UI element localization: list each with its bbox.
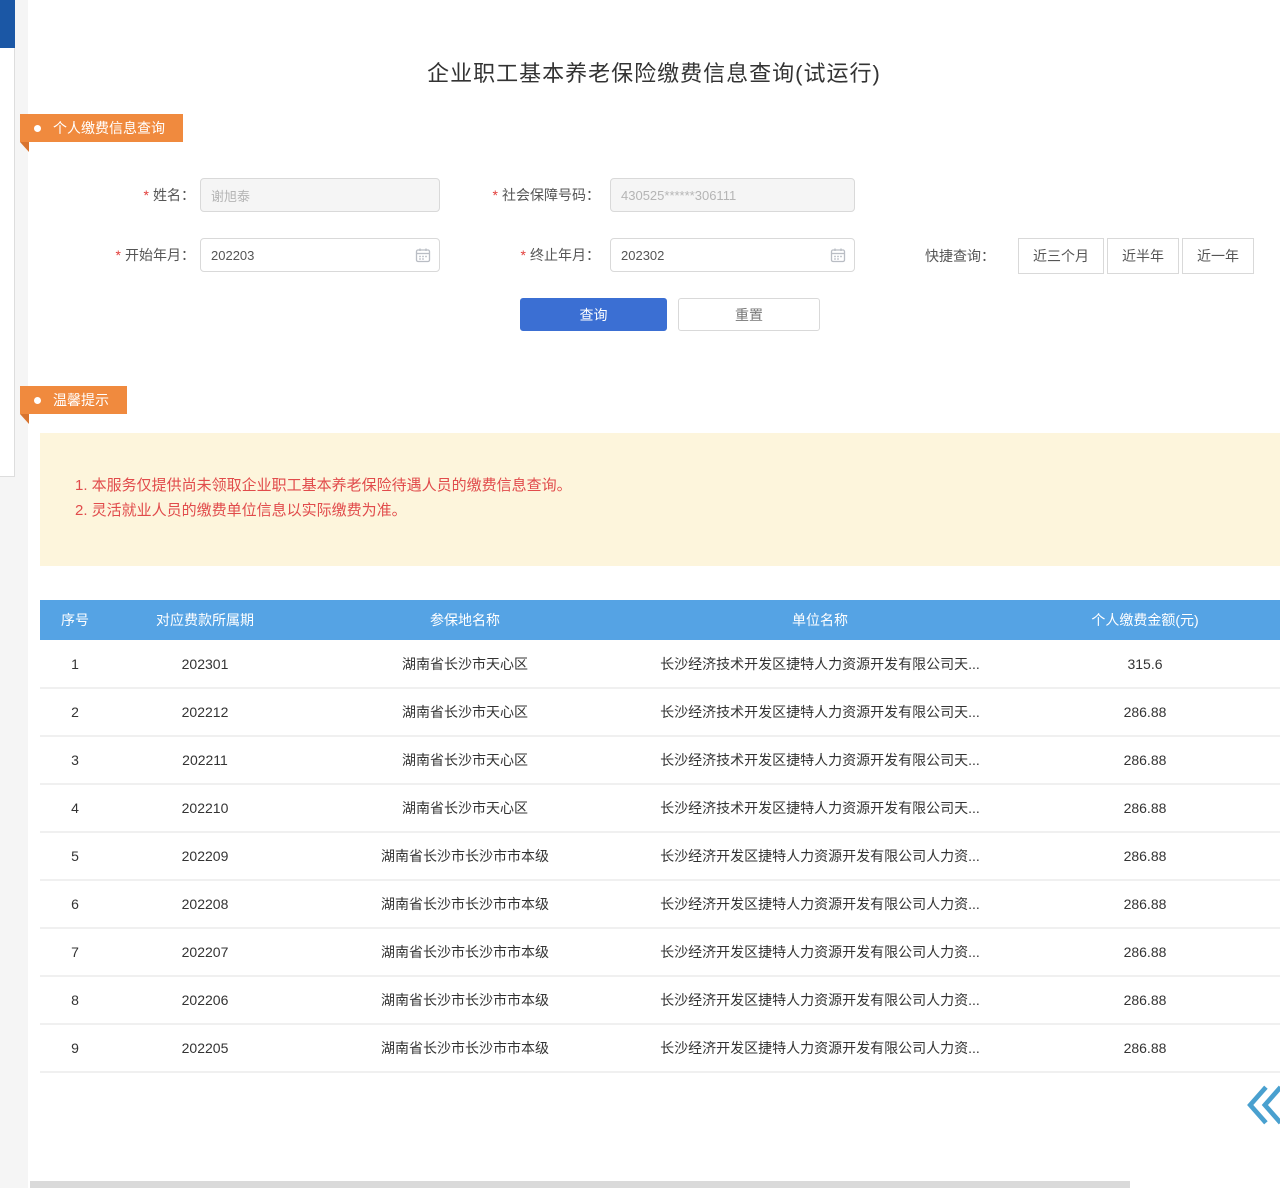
table-body: 1202301湖南省长沙市天心区长沙经济技术开发区捷特人力资源开发有限公司天..… <box>40 640 1280 1072</box>
table-cell: 湖南省长沙市长沙市市本级 <box>300 832 630 880</box>
sidebar-active-indicator[interactable] <box>0 0 15 48</box>
calendar-icon[interactable] <box>830 247 846 263</box>
table-cell: 286.88 <box>1010 1024 1280 1072</box>
table-cell: 202205 <box>110 1024 300 1072</box>
table-cell: 202301 <box>110 640 300 688</box>
table-cell: 3 <box>40 736 110 784</box>
table-cell: 202212 <box>110 688 300 736</box>
table-cell: 长沙经济开发区捷特人力资源开发有限公司人力资... <box>630 976 1010 1024</box>
table-header-row: 序号 对应费款所属期 参保地名称 单位名称 个人缴费金额(元) <box>40 600 1280 640</box>
table-header-cell: 参保地名称 <box>300 600 630 640</box>
section-ribbon-label: 个人缴费信息查询 <box>53 118 165 138</box>
bullet-icon <box>34 397 41 404</box>
table-cell: 湖南省长沙市长沙市市本级 <box>300 1024 630 1072</box>
table-cell: 286.88 <box>1010 880 1280 928</box>
section-ribbon-tips: 温馨提示 <box>20 386 127 414</box>
table-header-cell: 序号 <box>40 600 110 640</box>
table-cell: 286.88 <box>1010 688 1280 736</box>
table-cell: 长沙经济技术开发区捷特人力资源开发有限公司天... <box>630 736 1010 784</box>
table-cell: 湖南省长沙市天心区 <box>300 688 630 736</box>
table-row: 9202205湖南省长沙市长沙市市本级长沙经济开发区捷特人力资源开发有限公司人力… <box>40 1024 1280 1072</box>
section-ribbon-personal-query: 个人缴费信息查询 <box>20 114 183 142</box>
table-cell: 长沙经济技术开发区捷特人力资源开发有限公司天... <box>630 784 1010 832</box>
required-asterisk: * <box>493 187 498 203</box>
table-cell: 202211 <box>110 736 300 784</box>
name-input[interactable] <box>200 178 440 212</box>
quick-range-button[interactable]: 近一年 <box>1182 238 1254 274</box>
bullet-icon <box>34 125 41 132</box>
required-asterisk: * <box>521 247 526 263</box>
table-cell: 286.88 <box>1010 928 1280 976</box>
table-cell: 1 <box>40 640 110 688</box>
start-month-input[interactable] <box>200 238 440 272</box>
reset-button[interactable]: 重置 <box>678 298 820 331</box>
name-label: *姓名： <box>40 178 195 212</box>
double-chevron-left-icon[interactable] <box>1244 1082 1280 1128</box>
table-cell: 湖南省长沙市天心区 <box>300 640 630 688</box>
table-cell: 9 <box>40 1024 110 1072</box>
calendar-icon[interactable] <box>415 247 431 263</box>
required-asterisk: * <box>116 247 121 263</box>
ssn-input[interactable] <box>610 178 855 212</box>
table-cell: 202207 <box>110 928 300 976</box>
table-cell: 长沙经济开发区捷特人力资源开发有限公司人力资... <box>630 880 1010 928</box>
table-cell: 长沙经济技术开发区捷特人力资源开发有限公司天... <box>630 688 1010 736</box>
table-row: 3202211湖南省长沙市天心区长沙经济技术开发区捷特人力资源开发有限公司天..… <box>40 736 1280 784</box>
table-row: 6202208湖南省长沙市长沙市市本级长沙经济开发区捷特人力资源开发有限公司人力… <box>40 880 1280 928</box>
bottom-scrollbar-track[interactable] <box>30 1181 1130 1188</box>
table-cell: 7 <box>40 928 110 976</box>
table-cell: 2 <box>40 688 110 736</box>
notice-line: 1. 本服务仅提供尚未领取企业职工基本养老保险待遇人员的缴费信息查询。 <box>75 473 1260 498</box>
quick-query-group: 近三个月 近半年 近一年 <box>1018 238 1254 274</box>
notice-box: 1. 本服务仅提供尚未领取企业职工基本养老保险待遇人员的缴费信息查询。 2. 灵… <box>40 433 1280 566</box>
table-cell: 湖南省长沙市长沙市市本级 <box>300 880 630 928</box>
quick-range-button[interactable]: 近三个月 <box>1018 238 1104 274</box>
table-cell: 长沙经济开发区捷特人力资源开发有限公司人力资... <box>630 928 1010 976</box>
ssn-label: *社会保障号码： <box>455 178 600 212</box>
table-row: 8202206湖南省长沙市长沙市市本级长沙经济开发区捷特人力资源开发有限公司人力… <box>40 976 1280 1024</box>
page-title: 企业职工基本养老保险缴费信息查询(试运行) <box>28 56 1280 88</box>
end-month-label: *终止年月： <box>455 238 600 272</box>
table-cell: 长沙经济技术开发区捷特人力资源开发有限公司天... <box>630 640 1010 688</box>
table-cell: 202210 <box>110 784 300 832</box>
table-row: 2202212湖南省长沙市天心区长沙经济技术开发区捷特人力资源开发有限公司天..… <box>40 688 1280 736</box>
table-cell: 长沙经济开发区捷特人力资源开发有限公司人力资... <box>630 1024 1010 1072</box>
table-row: 5202209湖南省长沙市长沙市市本级长沙经济开发区捷特人力资源开发有限公司人力… <box>40 832 1280 880</box>
table-row: 7202207湖南省长沙市长沙市市本级长沙经济开发区捷特人力资源开发有限公司人力… <box>40 928 1280 976</box>
table-row: 1202301湖南省长沙市天心区长沙经济技术开发区捷特人力资源开发有限公司天..… <box>40 640 1280 688</box>
page: 企业职工基本养老保险缴费信息查询(试运行) 个人缴费信息查询 *姓名： *社会保… <box>0 0 1280 1188</box>
table-cell: 202209 <box>110 832 300 880</box>
table-cell: 湖南省长沙市长沙市市本级 <box>300 976 630 1024</box>
table-cell: 286.88 <box>1010 784 1280 832</box>
required-asterisk: * <box>144 187 149 203</box>
payments-table: 序号 对应费款所属期 参保地名称 单位名称 个人缴费金额(元) 1202301湖… <box>40 600 1280 1073</box>
table-header-cell: 单位名称 <box>630 600 1010 640</box>
table-cell: 286.88 <box>1010 832 1280 880</box>
table-header-cell: 个人缴费金额(元) <box>1010 600 1280 640</box>
query-button[interactable]: 查询 <box>520 298 667 331</box>
table-cell: 202208 <box>110 880 300 928</box>
table-row: 4202210湖南省长沙市天心区长沙经济技术开发区捷特人力资源开发有限公司天..… <box>40 784 1280 832</box>
table-cell: 315.6 <box>1010 640 1280 688</box>
quick-query-label: 快捷查询： <box>925 238 995 274</box>
table-cell: 5 <box>40 832 110 880</box>
table-cell: 湖南省长沙市天心区 <box>300 736 630 784</box>
quick-range-button[interactable]: 近半年 <box>1107 238 1179 274</box>
end-month-input[interactable] <box>610 238 855 272</box>
table-cell: 8 <box>40 976 110 1024</box>
table-cell: 长沙经济开发区捷特人力资源开发有限公司人力资... <box>630 832 1010 880</box>
table-cell: 6 <box>40 880 110 928</box>
table-cell: 4 <box>40 784 110 832</box>
sidebar-panel-edge <box>0 0 15 477</box>
table-cell: 202206 <box>110 976 300 1024</box>
table-cell: 286.88 <box>1010 976 1280 1024</box>
table-header-cell: 对应费款所属期 <box>110 600 300 640</box>
section-ribbon-label: 温馨提示 <box>53 390 109 410</box>
start-month-label: *开始年月： <box>40 238 195 272</box>
table-cell: 286.88 <box>1010 736 1280 784</box>
notice-line: 2. 灵活就业人员的缴费单位信息以实际缴费为准。 <box>75 498 1260 523</box>
table-cell: 湖南省长沙市天心区 <box>300 784 630 832</box>
table-cell: 湖南省长沙市长沙市市本级 <box>300 928 630 976</box>
